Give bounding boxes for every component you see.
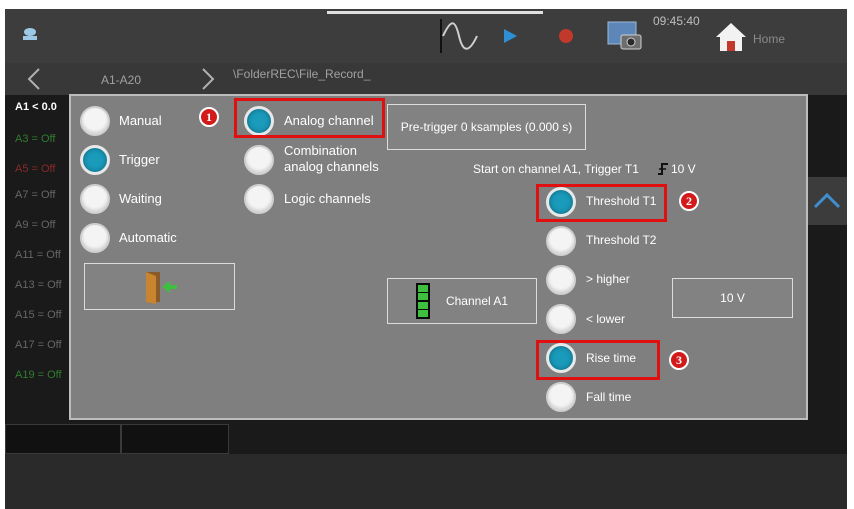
automatic-radio[interactable]: [80, 223, 110, 253]
app-window: 09:45:40 Home A1-A20 \FolderREC\File_Rec…: [5, 9, 847, 509]
annotation-badge-2: 2: [679, 191, 699, 211]
manual-radio[interactable]: [80, 106, 110, 136]
fall-time-label: Fall time: [586, 390, 632, 404]
bottom-panel: [5, 454, 847, 509]
channel-status: A15 = Off: [15, 309, 62, 321]
exit-door-icon: [145, 271, 177, 304]
highlight-threshold-t1: [536, 184, 667, 222]
next-arrow-icon[interactable]: [201, 68, 215, 90]
top-toolbar: 09:45:40 Home: [5, 9, 847, 63]
channel-range: A1-A20: [101, 73, 142, 87]
channel-icon: [415, 283, 430, 319]
home-label[interactable]: Home: [753, 32, 785, 46]
waiting-radio[interactable]: [80, 184, 110, 214]
home-icon[interactable]: [713, 17, 749, 55]
chevron-up-icon: [813, 192, 841, 209]
clock: 09:45:40: [653, 14, 700, 28]
background-cell: [5, 424, 121, 454]
fall-time-radio[interactable]: [546, 382, 576, 412]
annotation-badge-3: 3: [669, 350, 689, 370]
channel-status: A9 = Off: [15, 219, 56, 231]
channel-status: A19 = Off: [15, 369, 62, 381]
toolbar-indicator-line: [327, 11, 543, 14]
threshold-value-button[interactable]: 10 V: [672, 278, 793, 318]
logic-channels-label: Logic channels: [284, 191, 371, 206]
channel-select-button[interactable]: Channel A1: [387, 278, 537, 324]
lower-radio[interactable]: [546, 304, 576, 334]
highlight-rise-time: [536, 340, 660, 380]
trigger-settings-dialog: Manual Trigger Waiting Automatic Analog …: [69, 94, 808, 420]
higher-radio[interactable]: [546, 265, 576, 295]
trigger-label: Trigger: [119, 152, 160, 167]
channel-navbar: A1-A20 \FolderREC\File_Record_: [5, 63, 847, 95]
waiting-label: Waiting: [119, 191, 162, 206]
combination-channels-radio[interactable]: [244, 145, 274, 175]
play-icon[interactable]: [495, 17, 525, 55]
threshold-t2-label: Threshold T2: [586, 233, 657, 247]
waveform-icon[interactable]: [437, 17, 481, 55]
logic-channels-radio[interactable]: [244, 184, 274, 214]
record-path: \FolderREC\File_Record_: [233, 67, 371, 81]
pretrigger-button[interactable]: Pre-trigger 0 ksamples (0.000 s): [387, 104, 586, 150]
start-value: 10 V: [671, 162, 696, 176]
channel-status: A13 = Off: [15, 279, 62, 291]
record-icon[interactable]: [551, 17, 581, 55]
channel-status: A7 = Off: [15, 189, 56, 201]
channel-status: A17 = Off: [15, 339, 62, 351]
scroll-up-button[interactable]: [807, 177, 847, 225]
channel-select-label: Channel A1: [445, 294, 509, 308]
channel-status: A5 = Off: [15, 163, 56, 175]
rising-edge-icon: [658, 163, 668, 175]
combination-channels-label: Combination analog channels: [284, 143, 379, 174]
annotation-badge-1: 1: [199, 107, 219, 127]
lower-label: < lower: [586, 312, 626, 326]
app-menu-icon[interactable]: [21, 27, 39, 41]
screenshot-icon[interactable]: [605, 17, 645, 55]
higher-label: > higher: [586, 272, 630, 286]
manual-label: Manual: [119, 113, 162, 128]
threshold-t2-radio[interactable]: [546, 226, 576, 256]
trigger-radio[interactable]: [80, 145, 110, 175]
channel-status: A3 = Off: [15, 133, 56, 145]
highlight-analog-channel: [234, 98, 385, 138]
channel-status: A11 = Off: [15, 249, 61, 261]
prev-arrow-icon[interactable]: [27, 68, 41, 90]
start-info: Start on channel A1, Trigger T1: [473, 162, 639, 176]
channel-a1-status: A1 < 0.0: [15, 101, 57, 113]
exit-button[interactable]: [84, 263, 235, 310]
background-cell: [121, 424, 229, 454]
automatic-label: Automatic: [119, 230, 177, 245]
